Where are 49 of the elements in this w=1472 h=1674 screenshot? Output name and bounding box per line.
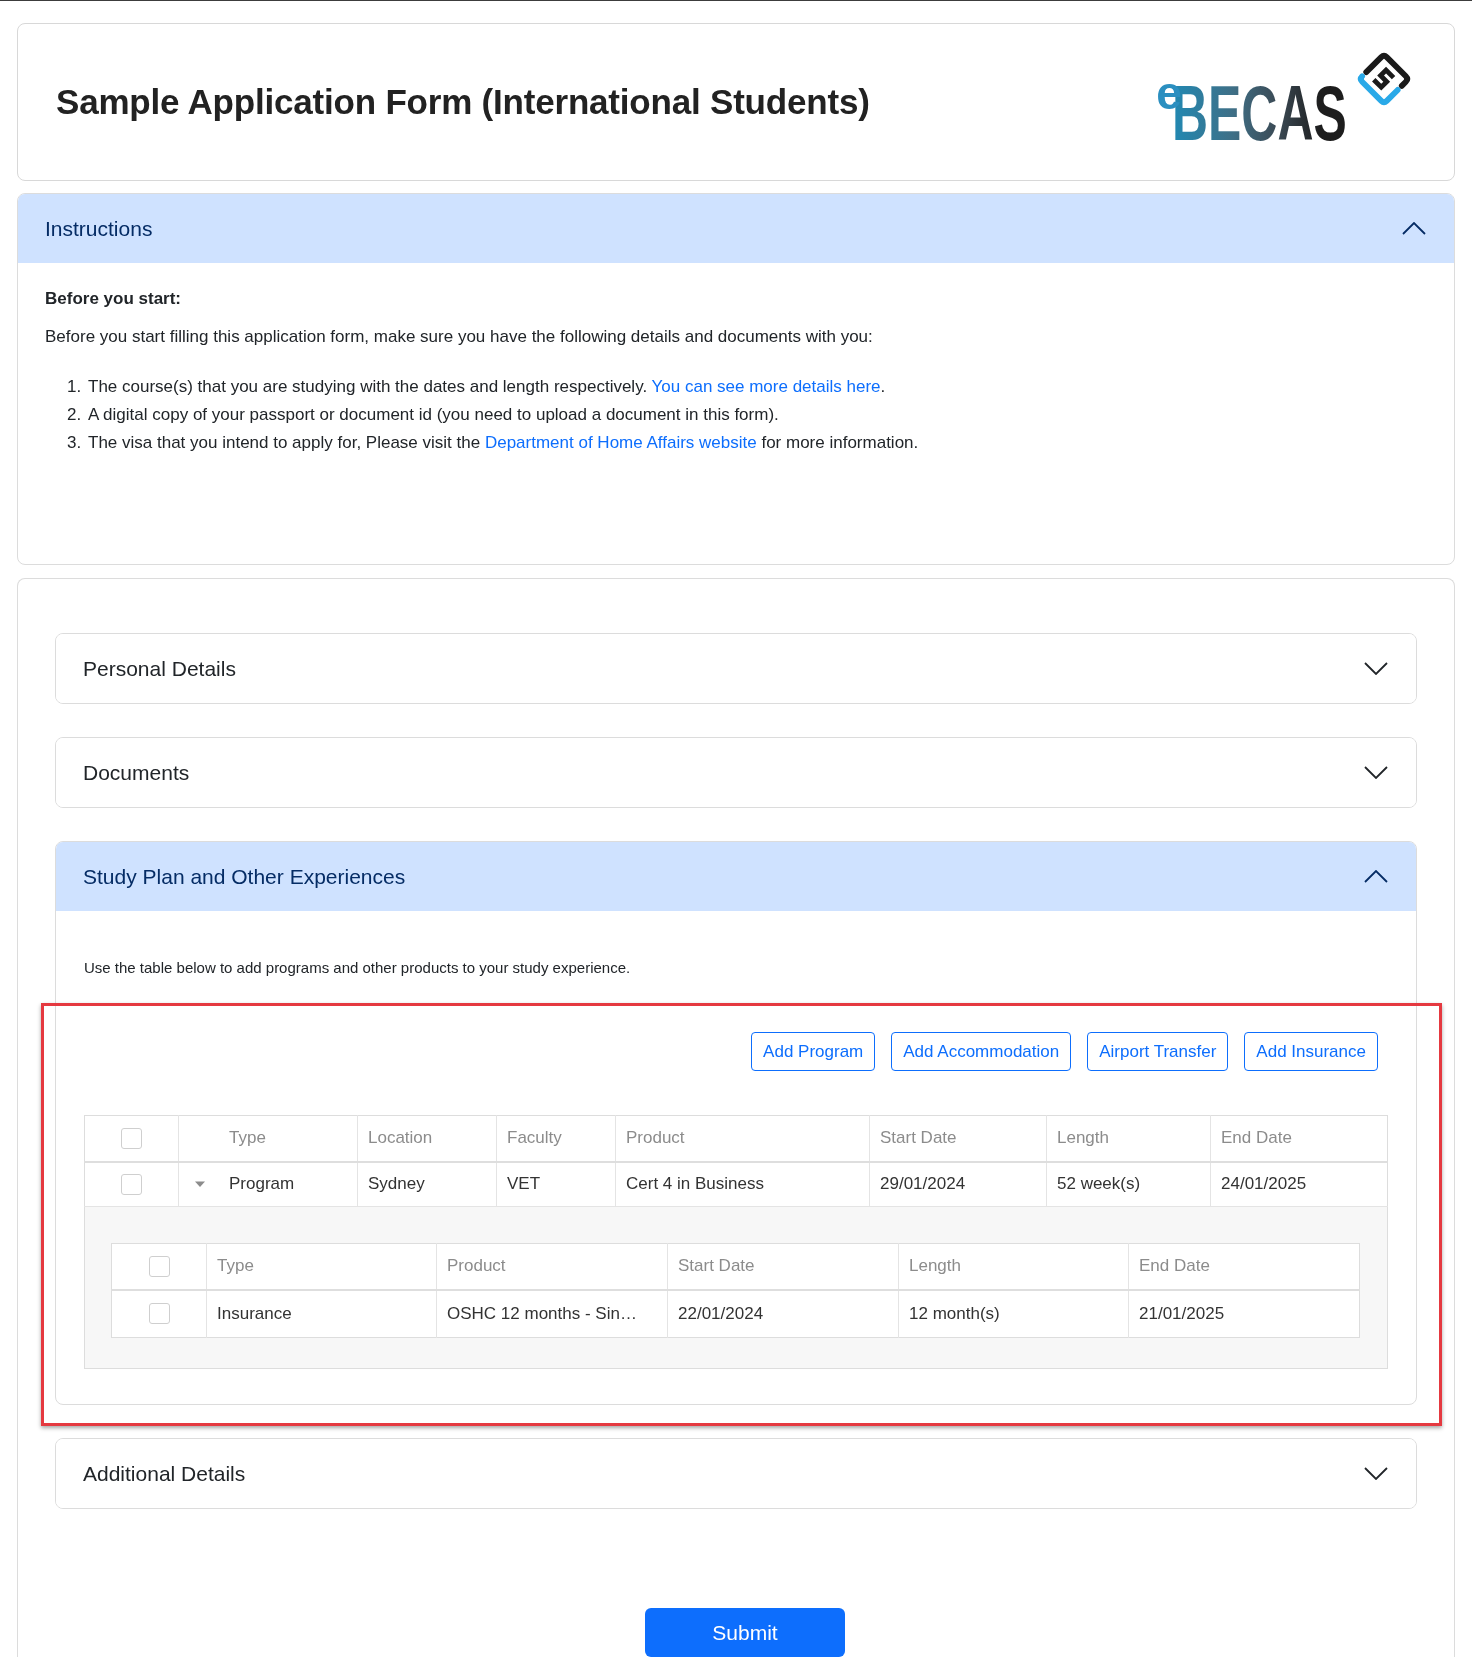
accordion-header[interactable]: Additional Details <box>56 1439 1416 1508</box>
chevron-up-icon <box>1364 870 1388 883</box>
list-item-text: A digital copy of your passport or document id (you need to upload a document in this form). <box>88 404 779 426</box>
checkbox[interactable] <box>148 1303 170 1325</box>
add-button[interactable]: Add Accommodation <box>891 1032 1072 1071</box>
chevron-down-icon <box>1364 766 1388 779</box>
column-header: Product <box>615 1115 870 1162</box>
link[interactable]: Department of Home Affairs website <box>484 433 757 452</box>
add-button[interactable]: Add Program <box>751 1032 876 1071</box>
add-button[interactable]: Airport Transfer <box>1087 1032 1229 1071</box>
table-cell: 12 month(s) <box>898 1289 1129 1338</box>
column-header: Location <box>357 1115 497 1162</box>
list-item-text: The course(s) that you are studying with the dates and length respectively. You can see more details here. <box>88 376 886 398</box>
column-header: Start Date <box>667 1243 899 1290</box>
table-cell: 22/01/2024 <box>667 1289 899 1338</box>
column-header: Faculty <box>496 1115 616 1162</box>
column-header: Length <box>898 1243 1129 1290</box>
instructions-heading: Before you start: <box>45 288 183 310</box>
column-header: Type <box>206 1243 437 1290</box>
list-number: 1. <box>67 376 83 398</box>
accordion-header[interactable]: Instructions <box>18 194 1454 263</box>
chevron-down-icon <box>1364 1467 1388 1480</box>
column-header: End Date <box>1210 1115 1388 1162</box>
table-cell: Program <box>229 1174 295 1195</box>
accordion-header[interactable]: Documents <box>56 738 1416 807</box>
column-header: Type <box>178 1115 358 1162</box>
list-number: 2. <box>67 404 83 426</box>
column-header: Start Date <box>869 1115 1047 1162</box>
page-title: Sample Application Form (International Students) <box>56 82 870 122</box>
table-cell: 21/01/2025 <box>1128 1289 1360 1338</box>
chevron-up-icon <box>1402 222 1426 235</box>
list-item-text: The visa that you intend to apply for, Please visit the Department of Home Affairs website for more information. <box>88 432 919 454</box>
table-cell: OSHC 12 months - Sin… <box>436 1289 668 1338</box>
accordion-header[interactable]: Personal Details <box>56 634 1416 703</box>
accordion-header[interactable]: Study Plan and Other Experiences <box>56 842 1416 911</box>
checkbox[interactable] <box>148 1255 170 1277</box>
submit-button[interactable]: Submit <box>645 1608 845 1657</box>
section-description: Use the table below to add programs and other products to your study experience. <box>84 958 632 978</box>
chevron-down-icon <box>1364 662 1388 675</box>
instructions-text: Before you start filling this application form, make sure you have the following details and documents with you: <box>45 326 874 348</box>
link[interactable]: You can see more details here <box>651 377 881 396</box>
column-header: End Date <box>1128 1243 1360 1290</box>
column-header: Length <box>1046 1115 1211 1162</box>
list-number: 3. <box>67 432 83 454</box>
checkbox[interactable] <box>121 1127 142 1149</box>
add-button[interactable]: Add Insurance <box>1244 1032 1378 1071</box>
checkbox[interactable] <box>121 1173 142 1195</box>
column-header: Product <box>436 1243 668 1290</box>
table-cell: Insurance <box>206 1289 437 1338</box>
